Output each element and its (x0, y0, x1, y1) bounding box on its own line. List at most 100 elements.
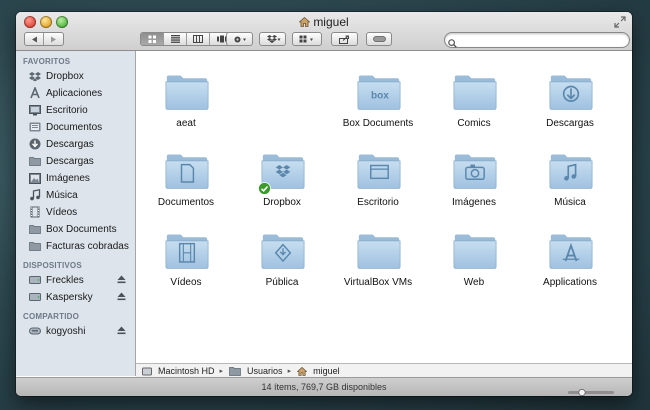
sidebar-heading: FAVORITOS (23, 57, 71, 66)
dropbox-menu-button[interactable] (259, 32, 286, 46)
sidebar-item-label: Box Documents (46, 223, 117, 235)
sidebar-item-dropbox[interactable]: Dropbox (16, 68, 135, 84)
svg-text:box: box (371, 90, 389, 101)
list-icon (170, 35, 180, 43)
window-title: miguel (16, 15, 632, 30)
folder-icon (549, 154, 593, 189)
columns-icon (193, 35, 203, 43)
folder-item[interactable]: Documentos (138, 152, 234, 222)
eject-icon[interactable] (117, 275, 126, 287)
sidebar-item-label: Documentos (46, 121, 103, 133)
folder-icon (165, 75, 209, 110)
titlebar[interactable]: miguel (16, 12, 632, 51)
folder-item[interactable]: aeat (138, 73, 234, 143)
folder-icon (165, 234, 209, 269)
sidebar-item-v-deos[interactable]: Vídeos (16, 204, 135, 220)
sidebar-item-label: Escritorio (46, 104, 88, 116)
sidebar-item-descargas[interactable]: Descargas (16, 136, 135, 152)
sidebar-item-label: Dropbox (46, 70, 84, 82)
folder-icon (453, 154, 497, 189)
sidebar-item-label: Facturas cobradas (46, 240, 129, 252)
column-view-button[interactable] (187, 33, 210, 45)
eject-icon[interactable] (117, 326, 126, 338)
folder-icon (29, 223, 41, 235)
action-button[interactable] (226, 32, 253, 46)
path-crumb-label: Macintosh HD (158, 366, 215, 376)
folder-icon (29, 155, 41, 167)
icon-view-button[interactable] (141, 33, 164, 45)
sidebar-item-m-sica[interactable]: Música (16, 187, 135, 203)
folder-item[interactable]: Dropbox (234, 152, 330, 222)
sidebar-item-im-genes[interactable]: Imágenes (16, 170, 135, 186)
search-input[interactable] (459, 33, 619, 47)
sidebar-item-kogyoshi[interactable]: kogyoshi (16, 323, 135, 339)
forward-button[interactable] (44, 33, 63, 45)
folder-icon: box (357, 75, 401, 110)
sidebar-item-box-documents[interactable]: Box Documents (16, 221, 135, 237)
home-icon (297, 366, 310, 376)
folder-item[interactable]: Web (426, 232, 522, 302)
folder-item[interactable]: Applications (522, 232, 618, 302)
back-button[interactable] (25, 33, 44, 45)
sidebar-item-descargas[interactable]: Descargas (16, 153, 135, 169)
folder-item[interactable]: Pública (234, 232, 330, 302)
sidebar-item-escritorio[interactable]: Escritorio (16, 102, 135, 118)
sidebar-item-label: Freckles (46, 274, 84, 286)
grid-icon (148, 35, 156, 43)
folder-label: Pública (265, 277, 299, 288)
tags-button[interactable] (366, 32, 392, 46)
sidebar-item-kaspersky[interactable]: Kaspersky (16, 289, 135, 305)
folder-item[interactable]: Imágenes (426, 152, 522, 222)
path-crumb-label: miguel (313, 366, 340, 376)
coverflow-icon (216, 35, 227, 43)
sidebar-item-label: Vídeos (46, 206, 78, 218)
folder-label: Applications (543, 277, 597, 288)
dropbox-icon (266, 34, 280, 43)
folder-label: VirtualBox VMs (343, 277, 413, 288)
arrange-grid-icon (299, 35, 313, 42)
sidebar-item-aplicaciones[interactable]: Aplicaciones (16, 85, 135, 101)
folder-item[interactable]: Descargas (522, 73, 618, 143)
folder-item[interactable]: Música (522, 152, 618, 222)
folder-icon (549, 75, 593, 110)
documents-icon (29, 121, 41, 133)
share-icon (339, 35, 349, 44)
sidebar-item-label: Descargas (46, 138, 94, 150)
sidebar-item-freckles[interactable]: Freckles (16, 272, 135, 288)
file-icon-grid[interactable]: aeat box Box Documents Comics Descargas Docum… (136, 51, 632, 363)
folder-icon (357, 154, 401, 189)
sidebar: FAVORITOS Dropbox Aplicaciones Escritorio Do… (16, 51, 136, 376)
fullscreen-icon[interactable] (614, 15, 626, 28)
sidebar-heading: COMPARTIDO (23, 312, 80, 321)
path-crumb[interactable]: Usuarios (229, 366, 283, 376)
window-title-text: miguel (313, 15, 349, 29)
list-view-button[interactable] (164, 33, 187, 45)
folder-item[interactable]: Escritorio (330, 152, 426, 222)
path-crumb[interactable]: miguel (297, 366, 340, 376)
movies-icon (29, 206, 41, 218)
forward-arrow-icon (51, 36, 56, 42)
sidebar-item-facturas-cobradas[interactable]: Facturas cobradas (16, 238, 135, 254)
finder-window: miguel FAVORITOS Dropbox Aplicaciones Es… (16, 12, 632, 396)
folder-icon (29, 240, 41, 252)
icon-size-slider[interactable] (568, 384, 614, 396)
folder-label: Descargas (546, 118, 594, 129)
folder-item[interactable]: box Box Documents (330, 73, 426, 143)
folder-item[interactable]: Comics (426, 73, 522, 143)
folder-icon (453, 234, 497, 269)
arrange-button[interactable] (292, 32, 322, 46)
home-icon (298, 16, 311, 30)
folder-icon (549, 234, 593, 269)
sidebar-item-label: Música (46, 189, 78, 201)
sidebar-item-label: Imágenes (46, 172, 90, 184)
folder-icon (229, 366, 244, 376)
share-button[interactable] (331, 32, 358, 46)
folder-item[interactable]: Vídeos (138, 232, 234, 302)
search-field[interactable] (444, 32, 630, 48)
path-crumb[interactable]: Macintosh HD (142, 366, 215, 376)
folder-item[interactable]: VirtualBox VMs (330, 232, 426, 302)
eject-icon[interactable] (117, 292, 126, 304)
folder-icon (453, 75, 497, 110)
sidebar-item-documentos[interactable]: Documentos (16, 119, 135, 135)
folder-icon (357, 234, 401, 269)
